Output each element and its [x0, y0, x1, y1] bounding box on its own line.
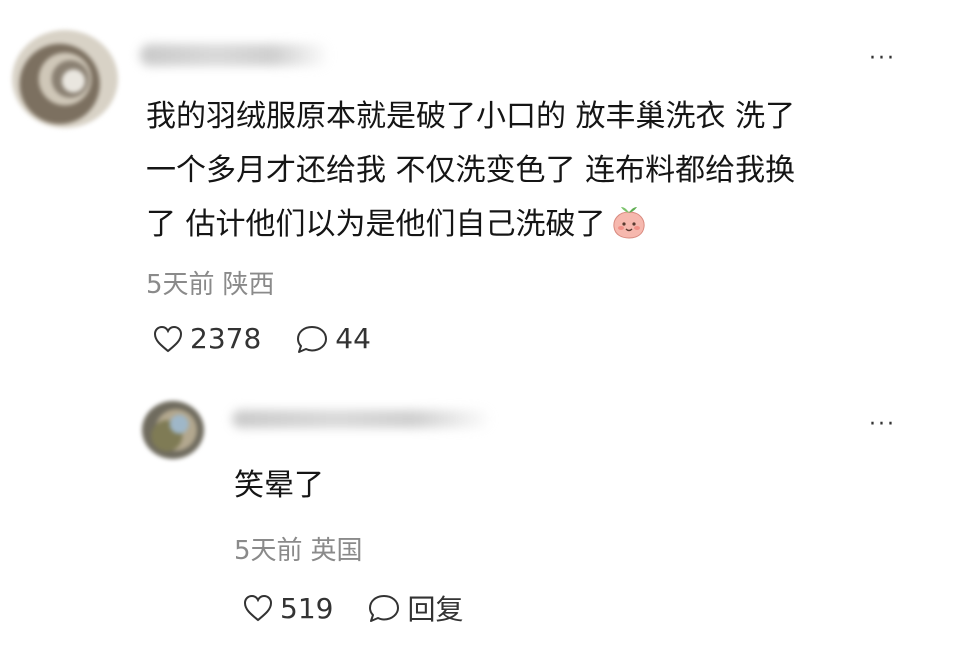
- comment-location: 陕西: [222, 270, 275, 300]
- reply-avatar[interactable]: [142, 401, 204, 459]
- reply-username-blurred[interactable]: [232, 410, 492, 428]
- comment-actions: 2378 44: [152, 322, 405, 355]
- comment-body: 我的羽绒服原本就是破了小口的 放丰巢洗衣 洗了 一个多月才还给我 不仅洗变色了 …: [146, 90, 916, 252]
- username-blurred[interactable]: [140, 44, 330, 66]
- avatar[interactable]: [12, 30, 118, 128]
- comment-time: 5天前: [146, 270, 215, 300]
- more-options-button[interactable]: ···: [869, 48, 896, 70]
- speech-bubble-icon: [369, 595, 400, 622]
- comment-line: 一个多月才还给我 不仅洗变色了 连布料都给我换: [146, 153, 796, 188]
- reply-like-count: 519: [280, 591, 334, 625]
- heart-outline-icon: [243, 594, 273, 622]
- speech-bubble-icon: [297, 325, 328, 353]
- heart-outline-icon: [153, 325, 183, 352]
- reply-button[interactable]: 回复: [367, 588, 463, 628]
- like-count: 2378: [190, 322, 262, 355]
- reply-meta: 5天前 英国: [234, 530, 363, 567]
- like-button[interactable]: 2378: [152, 322, 261, 355]
- comment-thread: ··· 我的羽绒服原本就是破了小口的 放丰巢洗衣 洗了 一个多月才还给我 不仅洗…: [0, 0, 960, 668]
- reply-label: 回复: [407, 593, 464, 626]
- comment-meta: 5天前 陕西: [146, 264, 275, 301]
- peach-face-emoji-icon: [612, 207, 645, 239]
- reply-time: 5天前: [234, 536, 303, 566]
- comment-line: 我的羽绒服原本就是破了小口的 放丰巢洗衣 洗了: [146, 99, 796, 134]
- reply-location: 英国: [310, 536, 363, 566]
- reply-actions: 519 回复: [242, 588, 497, 628]
- reply-more-options-button[interactable]: ···: [869, 414, 896, 436]
- reply-body: 笑晕了: [234, 468, 324, 503]
- comment-line-text: 了 估计他们以为是他们自己洗破了: [146, 207, 606, 242]
- comment-line: 了 估计他们以为是他们自己洗破了: [146, 198, 916, 252]
- reply-like-button[interactable]: 519: [242, 592, 333, 625]
- reply-count-button[interactable]: 44: [295, 322, 371, 355]
- reply-count: 44: [335, 322, 371, 355]
